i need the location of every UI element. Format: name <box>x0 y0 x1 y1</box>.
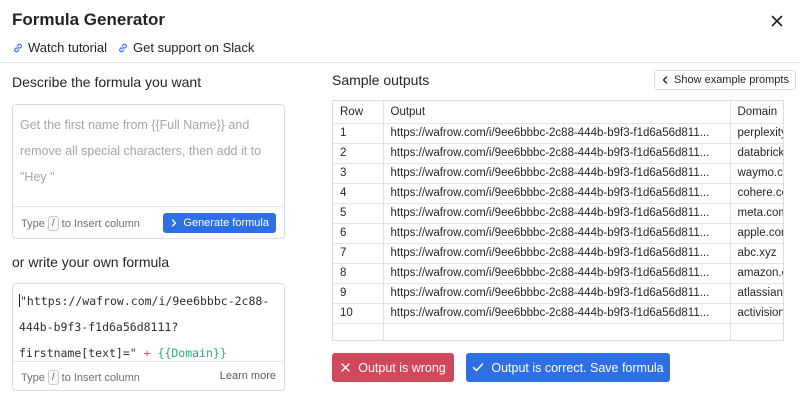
prompt-placeholder: Get the first name from {{Full Name}} an… <box>20 112 276 190</box>
table-row: 1 https://wafrow.com/i/9ee6bbbc-2c88-444b… <box>333 123 783 144</box>
watch-tutorial-label: Watch tutorial <box>28 40 107 55</box>
row-number-cell: 5 <box>333 203 384 224</box>
table-row: 4 https://wafrow.com/i/9ee6bbbc-2c88-444b… <box>333 183 783 204</box>
modal-title: Formula Generator <box>12 10 166 29</box>
row-number-cell: 2 <box>333 143 384 164</box>
sample-outputs-heading: Sample outputs <box>332 72 430 88</box>
learn-more-link[interactable]: Learn more <box>220 370 276 382</box>
slash-key: / <box>47 216 59 231</box>
sample-outputs-table: Row Output Domain 1 https://wafrow.com/i/… <box>332 100 784 341</box>
domain-cell: amazon.com <box>730 263 783 284</box>
close-icon[interactable] <box>769 13 785 29</box>
hint-prefix: Type <box>21 371 45 384</box>
output-cell: https://wafrow.com/i/9ee6bbbc-2c88-444b-… <box>383 203 731 224</box>
generate-formula-button[interactable]: Generate formula <box>163 213 276 233</box>
output-wrong-button[interactable]: Output is wrong <box>332 353 454 382</box>
empty-cell <box>333 323 384 340</box>
domain-cell: perplexity.ai <box>730 123 783 144</box>
placeholder-line: Get the first name from {{Full Name}} an… <box>20 118 250 132</box>
table-row: 3 https://wafrow.com/i/9ee6bbbc-2c88-444b… <box>333 163 783 184</box>
chevron-right-icon <box>172 219 177 227</box>
domain-cell: activision.com <box>730 303 783 324</box>
placeholder-line: "Hey " <box>20 170 55 184</box>
check-icon <box>473 363 484 372</box>
formula-footer: Type / to Insert column Learn more <box>13 361 284 390</box>
output-cell: https://wafrow.com/i/9ee6bbbc-2c88-444b-… <box>383 303 731 324</box>
placeholder-line: remove all special characters, then add … <box>20 144 262 158</box>
save-formula-button[interactable]: Output is correct. Save formula <box>466 353 670 382</box>
domain-cell: cohere.com <box>730 183 783 204</box>
column-header-output: Output <box>383 101 731 124</box>
formula-code: "https://wafrow.com/i/9ee6bbbc-2c88- 444… <box>19 288 276 366</box>
output-cell: https://wafrow.com/i/9ee6bbbc-2c88-444b-… <box>383 223 731 244</box>
show-example-prompts-button[interactable]: Show example prompts <box>654 70 796 90</box>
slack-support-link[interactable]: Get support on Slack <box>117 40 254 55</box>
output-wrong-label: Output is wrong <box>358 360 446 375</box>
prompt-textarea[interactable]: Get the first name from {{Full Name}} an… <box>12 104 285 239</box>
generate-formula-label: Generate formula <box>183 217 269 229</box>
hint-prefix: Type <box>21 217 45 230</box>
column-header-row: Row <box>333 101 384 124</box>
row-number-cell: 3 <box>333 163 384 184</box>
empty-row <box>333 323 783 340</box>
save-formula-label: Output is correct. Save formula <box>491 360 664 375</box>
row-number-cell: 8 <box>333 263 384 284</box>
table-row: 2 https://wafrow.com/i/9ee6bbbc-2c88-444b… <box>333 143 783 164</box>
output-cell: https://wafrow.com/i/9ee6bbbc-2c88-444b-… <box>383 243 731 264</box>
chevron-left-icon <box>662 76 668 84</box>
formula-editor[interactable]: "https://wafrow.com/i/9ee6bbbc-2c88- 444… <box>12 283 285 391</box>
table-header-row: Row Output Domain <box>333 101 783 124</box>
table-row: 7 https://wafrow.com/i/9ee6bbbc-2c88-444b… <box>333 243 783 264</box>
row-number-cell: 10 <box>333 303 384 324</box>
slash-key: / <box>47 370 59 385</box>
domain-cell: meta.com <box>730 203 783 224</box>
hint-suffix: to Insert column <box>61 217 140 230</box>
hint-suffix: to Insert column <box>61 371 140 384</box>
row-number-cell: 4 <box>333 183 384 204</box>
output-cell: https://wafrow.com/i/9ee6bbbc-2c88-444b-… <box>383 123 731 144</box>
output-cell: https://wafrow.com/i/9ee6bbbc-2c88-444b-… <box>383 143 731 164</box>
table-row: 6 https://wafrow.com/i/9ee6bbbc-2c88-444b… <box>333 223 783 244</box>
row-number-cell: 9 <box>333 283 384 304</box>
link-icon <box>119 43 127 52</box>
table-row: 8 https://wafrow.com/i/9ee6bbbc-2c88-444b… <box>333 263 783 284</box>
code-operator: + <box>143 346 151 360</box>
output-cell: https://wafrow.com/i/9ee6bbbc-2c88-444b-… <box>383 183 731 204</box>
table-row: 9 https://wafrow.com/i/9ee6bbbc-2c88-444b… <box>333 283 783 304</box>
code-line: 444b-b9f3-f1d6a56d8111? <box>19 320 179 334</box>
column-reference: {{Domain}} <box>157 346 227 360</box>
code-line: "https://wafrow.com/i/9ee6bbbc-2c88- <box>20 294 270 308</box>
row-number-cell: 6 <box>333 223 384 244</box>
slack-support-label: Get support on Slack <box>133 40 255 55</box>
domain-cell: abc.xyz <box>730 243 783 264</box>
table-row: 5 https://wafrow.com/i/9ee6bbbc-2c88-444b… <box>333 203 783 224</box>
domain-cell: databricks.com <box>730 143 783 164</box>
insert-column-hint: Type / to Insert column <box>21 370 140 385</box>
prompt-footer: Type / to Insert column Generate formula <box>13 206 284 238</box>
output-cell: https://wafrow.com/i/9ee6bbbc-2c88-444b-… <box>383 163 731 184</box>
watch-tutorial-link[interactable]: Watch tutorial <box>12 40 107 55</box>
output-cell: https://wafrow.com/i/9ee6bbbc-2c88-444b-… <box>383 283 731 304</box>
domain-cell: waymo.com <box>730 163 783 184</box>
domain-cell: atlassian.com <box>730 283 783 304</box>
describe-heading: Describe the formula you want <box>12 74 202 90</box>
code-line: firstname[text]=" <box>19 346 137 360</box>
row-number-cell: 7 <box>333 243 384 264</box>
table-row: 10 https://wafrow.com/i/9ee6bbbc-2c88-444… <box>333 303 783 324</box>
link-icon <box>14 43 22 52</box>
header-divider <box>0 62 800 63</box>
help-links: Watch tutorial Get support on Slack <box>12 40 254 55</box>
column-header-domain: Domain <box>730 101 783 124</box>
show-example-prompts-label: Show example prompts <box>674 74 789 86</box>
empty-cell <box>730 323 783 340</box>
x-icon <box>341 363 350 372</box>
own-formula-heading: or write your own formula <box>12 254 170 270</box>
output-cell: https://wafrow.com/i/9ee6bbbc-2c88-444b-… <box>383 263 731 284</box>
row-number-cell: 1 <box>333 123 384 144</box>
insert-column-hint: Type / to Insert column <box>21 216 140 231</box>
empty-cell <box>383 323 731 340</box>
domain-cell: apple.com <box>730 223 783 244</box>
